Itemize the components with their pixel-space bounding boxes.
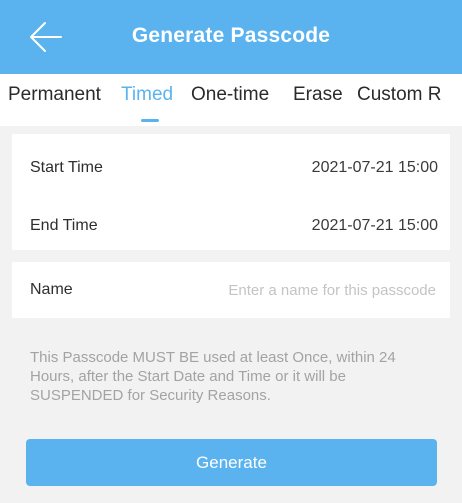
tab-custom[interactable]: Custom R	[357, 84, 441, 106]
active-tab-indicator	[141, 119, 159, 122]
end-time-row[interactable]: End Time 2021-07-21 15:00	[12, 198, 450, 254]
time-settings-card: Start Time 2021-07-21 15:00 End Time 202…	[12, 134, 450, 250]
tab-overflow-fade	[442, 74, 462, 126]
usage-notice: This Passcode MUST BE used at least Once…	[30, 349, 396, 404]
passcode-name-input[interactable]	[122, 278, 436, 302]
app-header: Generate Passcode	[0, 0, 462, 74]
name-label: Name	[30, 281, 73, 298]
start-time-row[interactable]: Start Time 2021-07-21 15:00	[12, 140, 450, 196]
passcode-type-tabs: Permanent Timed One-time Erase Custom R	[0, 74, 462, 126]
tab-permanent[interactable]: Permanent	[8, 84, 101, 106]
tab-timed[interactable]: Timed	[121, 84, 173, 106]
start-time-label: Start Time	[30, 159, 103, 176]
name-card: Name	[12, 262, 450, 318]
page-title: Generate Passcode	[131, 24, 331, 47]
tab-erase[interactable]: Erase	[293, 84, 343, 106]
generate-button[interactable]: Generate	[26, 439, 437, 486]
end-time-value[interactable]: 2021-07-21 15:00	[312, 217, 438, 235]
start-time-value[interactable]: 2021-07-21 15:00	[312, 159, 438, 177]
tab-one-time[interactable]: One-time	[191, 84, 269, 106]
end-time-label: End Time	[30, 217, 98, 234]
